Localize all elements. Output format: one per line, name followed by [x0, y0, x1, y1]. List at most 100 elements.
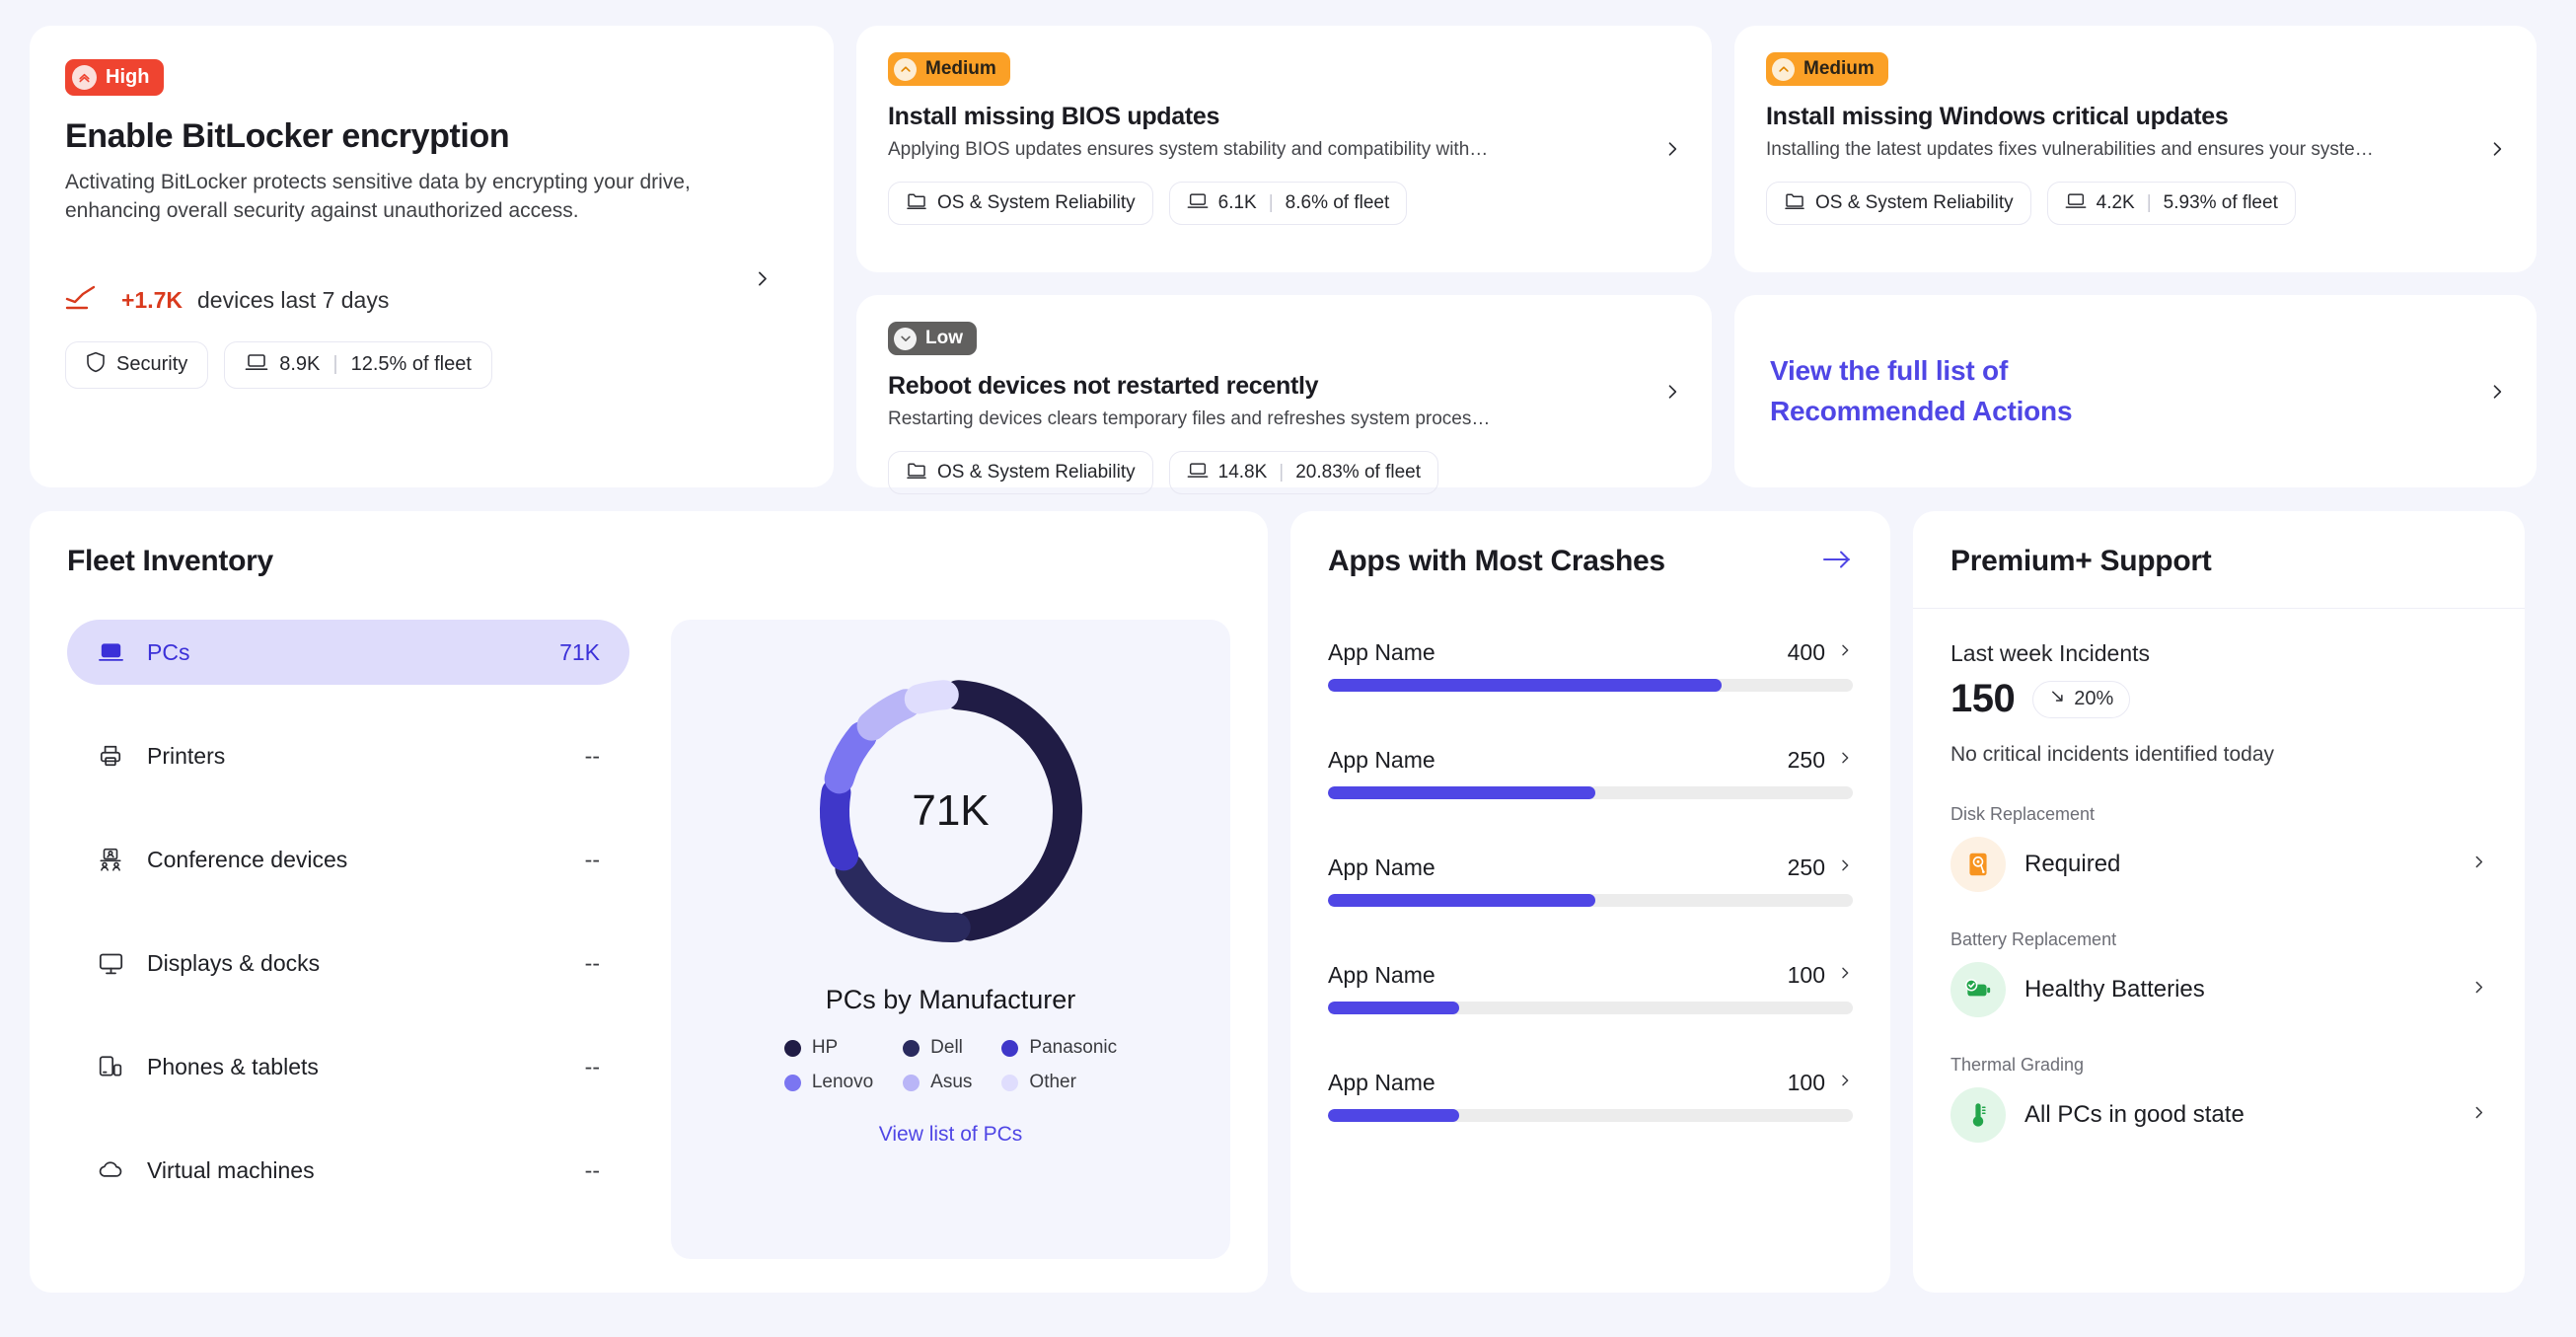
premium-support-body: Last week Incidents 150 20% No critical …	[1913, 609, 2525, 1143]
chevron-right-icon[interactable]	[2487, 139, 2507, 159]
arrow-right-icon[interactable]	[1821, 548, 1853, 576]
laptop-icon	[245, 352, 268, 378]
chevron-right-icon[interactable]	[1837, 750, 1853, 771]
list-item[interactable]: App Name 100	[1328, 962, 1853, 1014]
recommendation-card-bitlocker[interactable]: High Enable BitLocker encryption Activat…	[30, 26, 834, 487]
dashboard-page: High Enable BitLocker encryption Activat…	[0, 0, 2576, 1337]
list-item[interactable]: App Name 100	[1328, 1070, 1853, 1122]
arrow-down-right-icon	[2049, 688, 2066, 710]
list-item[interactable]: App Name 400	[1328, 639, 1853, 692]
support-group-label: Battery Replacement	[1950, 929, 2117, 949]
chip-separator: |	[1279, 462, 1285, 483]
card-title: Install missing Windows critical updates	[1766, 103, 2229, 130]
list-item[interactable]: App Name 250	[1328, 854, 1853, 907]
sidebar-item-count: 71K	[559, 638, 600, 665]
folder-icon	[906, 190, 927, 216]
legend-label: Asus	[930, 1072, 973, 1092]
recommendation-card-windows-updates[interactable]: Medium Install missing Windows critical …	[1734, 26, 2537, 272]
crashes-header: Apps with Most Crashes	[1328, 545, 1853, 578]
view-full-list-link[interactable]: View the full list of Recommended Action…	[1770, 351, 2073, 431]
sidebar-item-displays-docks[interactable]: Displays & docks --	[67, 930, 629, 996]
crashes-title: Apps with Most Crashes	[1328, 545, 1665, 577]
crash-count: 400	[1787, 639, 1825, 665]
laptop-icon	[1187, 191, 1209, 216]
crash-bar-track	[1328, 786, 1853, 799]
chevron-right-icon[interactable]	[1837, 857, 1853, 878]
chevron-right-icon[interactable]	[1837, 965, 1853, 986]
crash-bar-track	[1328, 894, 1853, 907]
chip-label: OS & System Reliability	[1815, 192, 2014, 213]
view-list-of-pcs-link[interactable]: View list of PCs	[879, 1123, 1023, 1147]
crashes-list: App Name 400 App Name 250 App Name 250 A…	[1328, 639, 1853, 1122]
chevron-right-icon[interactable]	[2487, 382, 2507, 402]
chip-category: OS & System Reliability	[1766, 182, 2031, 225]
chip-separator: |	[332, 353, 338, 376]
premium-support-panel: Premium+ Support Last week Incidents 150…	[1913, 511, 2525, 1293]
chevron-right-icon[interactable]	[1837, 1073, 1853, 1093]
support-status-text: Required	[2024, 851, 2121, 877]
chevron-right-icon[interactable]	[1662, 382, 1682, 402]
sidebar-item-printers[interactable]: Printers --	[67, 723, 629, 788]
chevron-right-icon[interactable]	[1662, 139, 1682, 159]
chip-security: Security	[65, 340, 209, 389]
support-status-row[interactable]: Required	[1950, 837, 2487, 892]
chevron-right-icon[interactable]	[752, 268, 773, 289]
shield-icon	[86, 351, 106, 379]
support-status-row[interactable]: Healthy Batteries	[1950, 962, 2487, 1017]
crash-count: 250	[1787, 747, 1825, 773]
severity-badge-high: High	[65, 59, 165, 96]
severity-label: Medium	[1803, 58, 1875, 79]
donut-legend: HP Dell Panasonic Lenovo Asus Other	[783, 1037, 1117, 1093]
app-name: App Name	[1328, 962, 1435, 988]
crash-bar-fill	[1328, 1109, 1459, 1122]
sidebar-item-count: --	[584, 1053, 600, 1079]
card-chips: OS & System Reliability 6.1K | 8.6% of f…	[888, 182, 1680, 225]
support-status-row[interactable]: All PCs in good state	[1950, 1087, 2487, 1143]
card-title: Reboot devices not restarted recently	[888, 372, 1319, 400]
sidebar-item-phones-tablets[interactable]: Phones & tablets --	[67, 1034, 629, 1099]
severity-label: Low	[925, 328, 963, 348]
legend-swatch	[1001, 1074, 1019, 1091]
sidebar-item-label: Phones & tablets	[147, 1053, 319, 1079]
chevron-right-icon[interactable]	[2470, 979, 2487, 1001]
card-description: Installing the latest updates fixes vuln…	[1766, 139, 2374, 160]
crash-count: 100	[1787, 1070, 1825, 1095]
legend-swatch	[903, 1074, 920, 1091]
laptop-icon	[1187, 461, 1209, 485]
support-group-thermal-grading: Thermal Grading All PCs in good state	[1950, 1055, 2487, 1143]
chip-category: OS & System Reliability	[888, 182, 1153, 225]
crash-bar-track	[1328, 1109, 1853, 1122]
chip-count: 4.2K	[2096, 192, 2135, 213]
view-full-list-line2: Recommended Actions	[1770, 395, 2073, 426]
hard-disk-icon	[1950, 837, 2006, 892]
chevron-right-icon[interactable]	[1837, 642, 1853, 663]
chip-separator: |	[1268, 192, 1274, 213]
crash-bar-fill	[1328, 1002, 1459, 1014]
apps-with-most-crashes-panel: Apps with Most Crashes App Name 400 App …	[1290, 511, 1890, 1293]
card-description: Applying BIOS updates ensures system sta…	[888, 139, 1489, 160]
list-item[interactable]: App Name 250	[1328, 747, 1853, 799]
pcs-by-manufacturer-card: 71K PCs by Manufacturer HP Dell Panasoni…	[671, 620, 1230, 1259]
legend-swatch	[783, 1074, 801, 1091]
sidebar-item-label: Conference devices	[147, 846, 348, 872]
recommendation-card-reboot[interactable]: Low Reboot devices not restarted recentl…	[856, 295, 1712, 494]
legend-swatch	[1001, 1039, 1019, 1057]
sidebar-item-count: --	[584, 949, 600, 976]
chevron-up-icon	[1772, 57, 1795, 81]
support-group-label: Disk Replacement	[1950, 804, 2096, 824]
sidebar-item-conference-devices[interactable]: Conference devices --	[67, 827, 629, 892]
recommendation-card-bios[interactable]: Medium Install missing BIOS updates Appl…	[856, 26, 1712, 272]
fleet-inventory-panel: Fleet Inventory PCs 71K Printers -- Conf…	[30, 511, 1268, 1293]
crash-bar-track	[1328, 1002, 1853, 1014]
view-full-list-card[interactable]: View the full list of Recommended Action…	[1734, 295, 2537, 487]
card-title: Install missing BIOS updates	[888, 103, 1220, 130]
sidebar-item-count: --	[584, 742, 600, 769]
support-status-text: All PCs in good state	[2024, 1101, 2245, 1128]
trend-text: devices last 7 days	[197, 286, 390, 313]
chevron-right-icon[interactable]	[2470, 854, 2487, 875]
sidebar-item-virtual-machines[interactable]: Virtual machines --	[67, 1138, 629, 1203]
chevron-right-icon[interactable]	[2470, 1104, 2487, 1126]
sidebar-item-pcs[interactable]: PCs 71K	[67, 620, 629, 685]
incidents-value: 150	[1950, 677, 2016, 720]
card-chips: OS & System Reliability 4.2K | 5.93% of …	[1766, 182, 2505, 225]
